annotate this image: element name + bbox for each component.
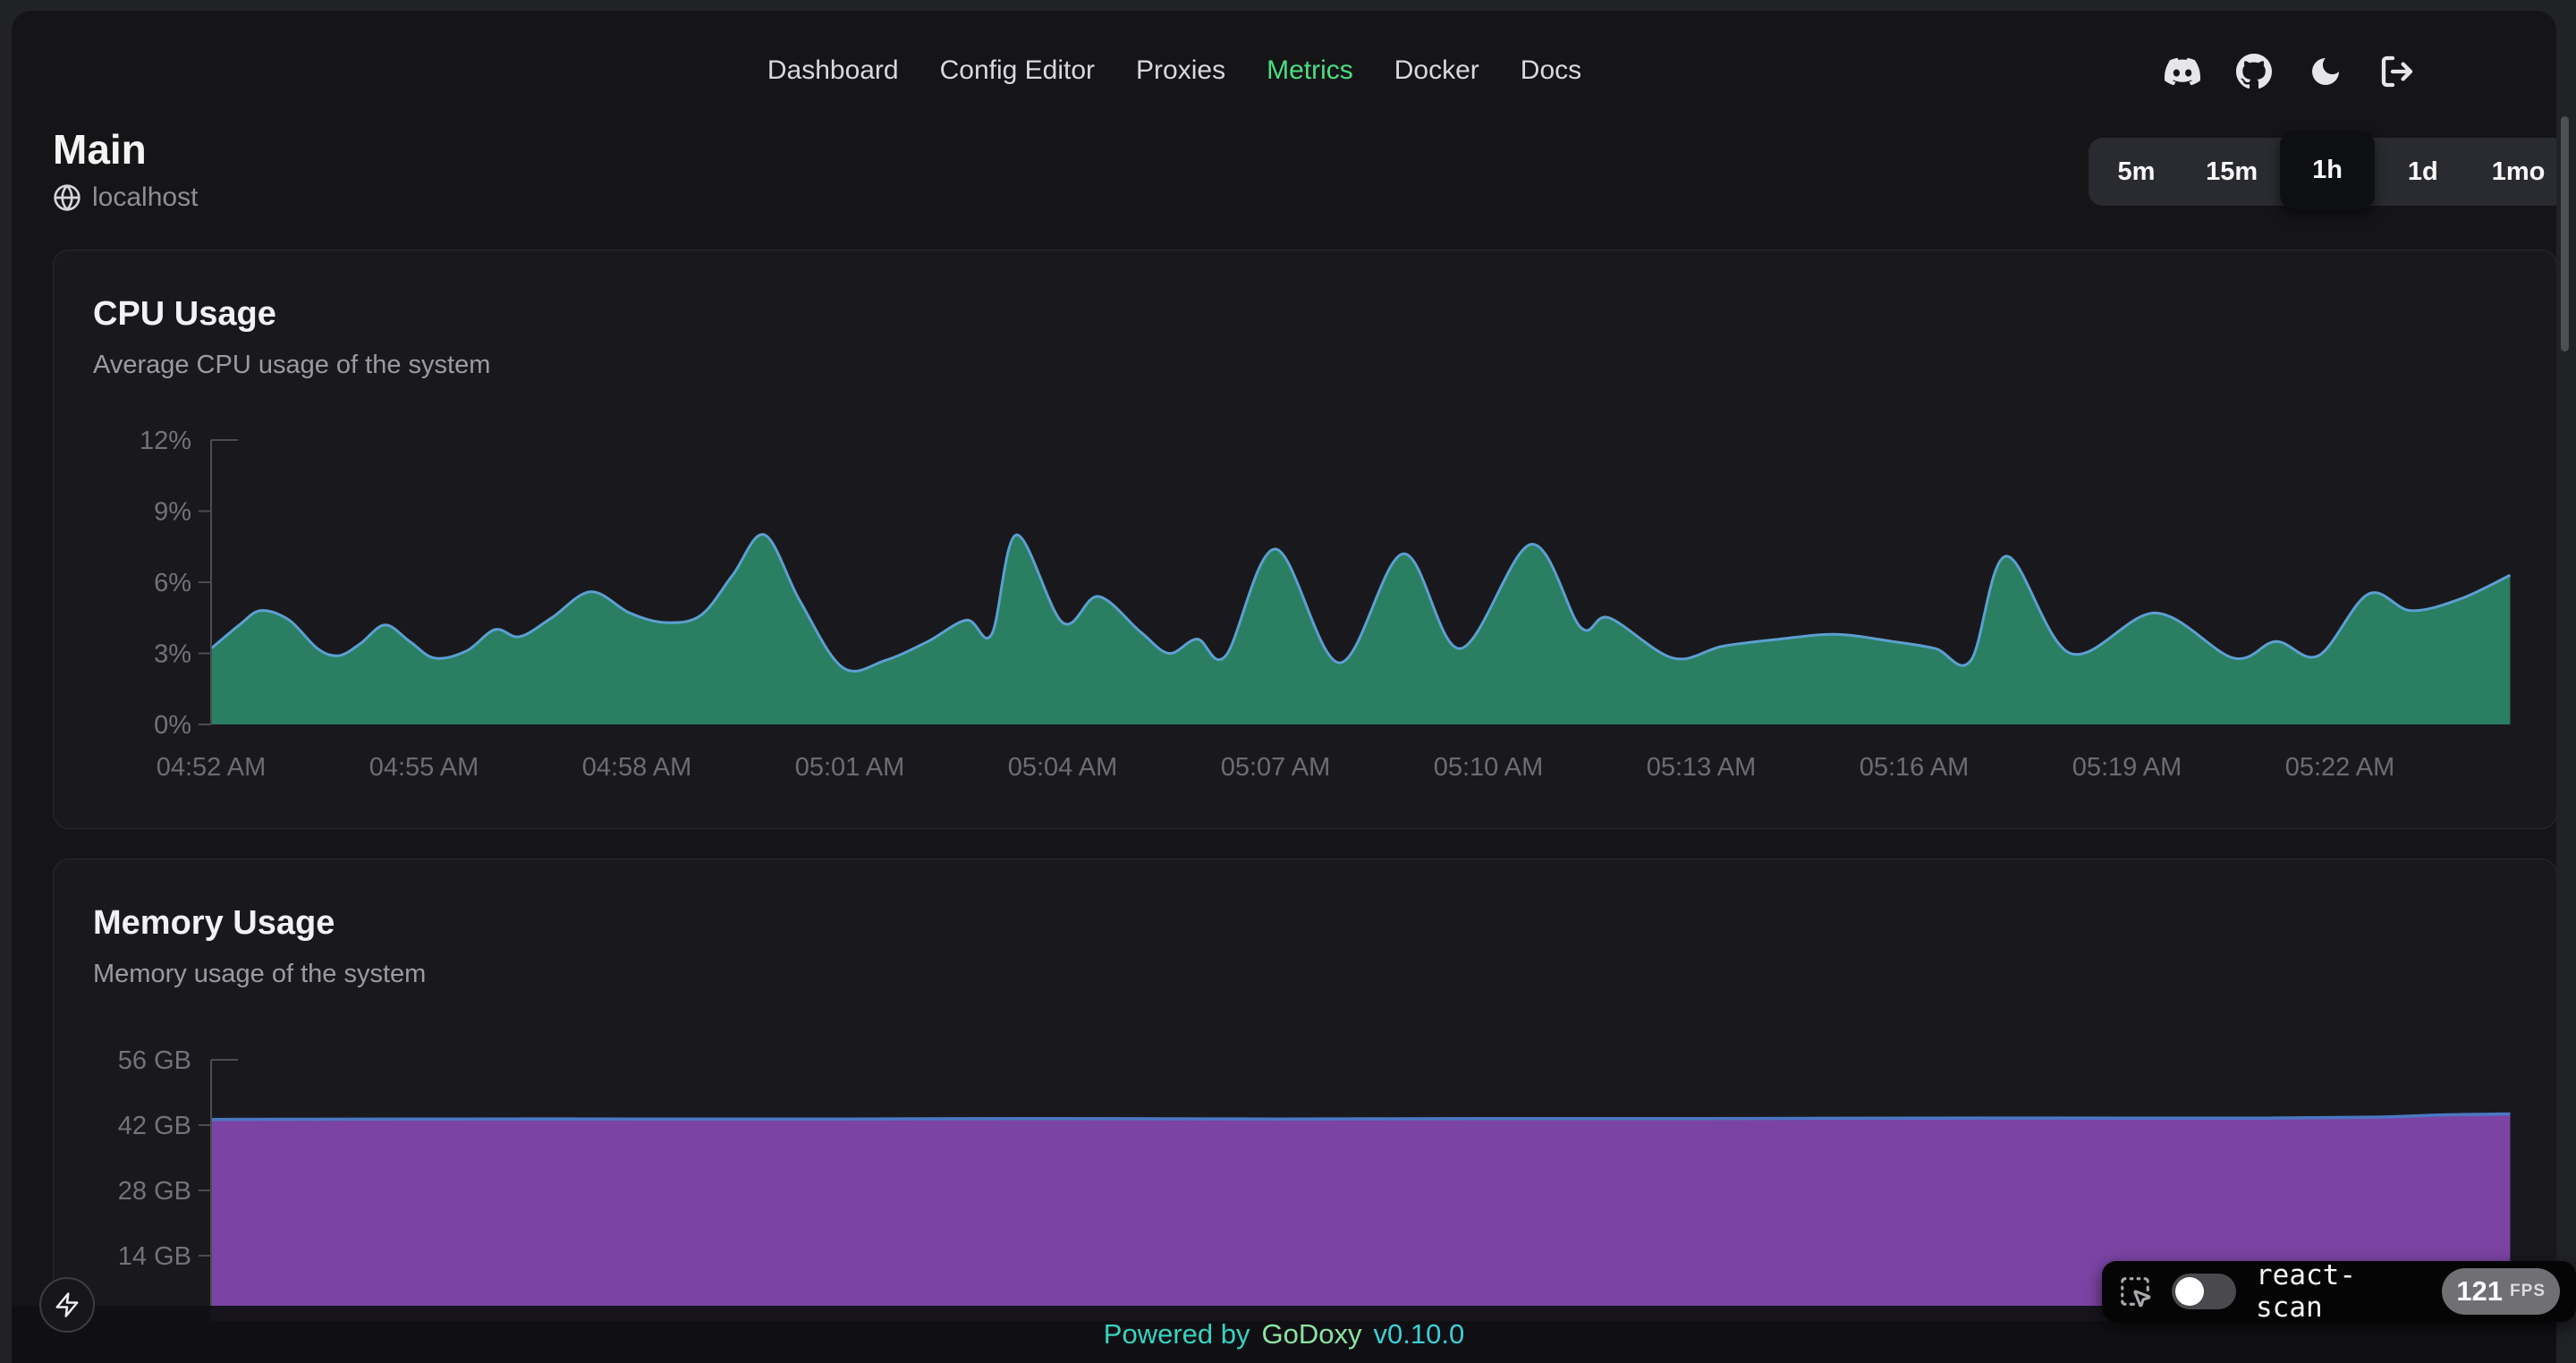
theme-toggle-moon-icon[interactable] — [2308, 54, 2343, 89]
github-icon[interactable] — [2236, 54, 2272, 89]
svg-text:0%: 0% — [154, 711, 191, 740]
discord-icon[interactable] — [2165, 54, 2200, 89]
time-range-15m[interactable]: 15m — [2184, 138, 2280, 206]
svg-text:12%: 12% — [140, 427, 191, 455]
page-title: Main — [53, 125, 147, 174]
nav-item-docker[interactable]: Docker — [1394, 55, 1479, 86]
svg-text:05:19 AM: 05:19 AM — [2072, 753, 2182, 782]
fps-badge: 121 FPS — [2442, 1268, 2560, 1315]
svg-text:05:10 AM: 05:10 AM — [1434, 753, 1544, 782]
footer-brand-link[interactable]: GoDoxy — [1262, 1318, 1362, 1350]
svg-text:14 GB: 14 GB — [118, 1242, 191, 1271]
inspect-element-icon[interactable] — [2118, 1274, 2152, 1308]
main-panel: Dashboard Config Editor Proxies Metrics … — [12, 11, 2556, 1363]
time-range-1h[interactable]: 1h — [2280, 131, 2376, 209]
globe-icon — [53, 183, 81, 212]
page-scrollbar-thumb[interactable] — [2561, 116, 2569, 351]
footer-powered-by: Powered by — [1104, 1318, 1250, 1350]
react-scan-label: react-scan — [2256, 1259, 2422, 1324]
svg-text:05:16 AM: 05:16 AM — [1860, 753, 1970, 782]
host-label: localhost — [92, 182, 198, 213]
logout-icon[interactable] — [2379, 54, 2415, 89]
memory-card-subtitle: Memory usage of the system — [93, 960, 426, 989]
quick-actions-button[interactable] — [39, 1277, 95, 1333]
cpu-usage-chart: 0% 3% 6% 9% 12% 04:52 AM 04:55 AM 04:58 AM 05:01… — [54, 425, 2556, 809]
fps-unit: FPS — [2510, 1282, 2546, 1301]
svg-text:04:52 AM: 04:52 AM — [157, 753, 267, 782]
svg-text:05:01 AM: 05:01 AM — [795, 753, 905, 782]
svg-text:05:04 AM: 05:04 AM — [1008, 753, 1118, 782]
header-icon-group — [2165, 54, 2415, 89]
svg-text:6%: 6% — [154, 569, 191, 597]
nav-item-proxies[interactable]: Proxies — [1136, 55, 1225, 86]
nav-item-docs[interactable]: Docs — [1521, 55, 1581, 86]
svg-text:05:22 AM: 05:22 AM — [2285, 753, 2395, 782]
toggle-knob — [2175, 1277, 2204, 1306]
svg-text:05:07 AM: 05:07 AM — [1221, 753, 1331, 782]
svg-text:04:55 AM: 04:55 AM — [369, 753, 479, 782]
svg-text:9%: 9% — [154, 498, 191, 527]
svg-text:3%: 3% — [154, 640, 191, 669]
time-range-1mo[interactable]: 1mo — [2470, 138, 2556, 206]
fps-value: 121 — [2456, 1275, 2503, 1308]
nav-item-dashboard[interactable]: Dashboard — [767, 55, 899, 86]
svg-text:28 GB: 28 GB — [118, 1177, 191, 1206]
top-nav: Dashboard Config Editor Proxies Metrics … — [767, 55, 1581, 86]
react-scan-toggle[interactable] — [2172, 1274, 2236, 1309]
time-range-1d[interactable]: 1d — [2375, 138, 2470, 206]
cpu-card-title: CPU Usage — [93, 295, 276, 334]
nav-item-metrics[interactable]: Metrics — [1267, 55, 1353, 86]
nav-item-config-editor[interactable]: Config Editor — [940, 55, 1095, 86]
time-range-5m[interactable]: 5m — [2089, 138, 2184, 206]
svg-text:04:58 AM: 04:58 AM — [582, 753, 692, 782]
cpu-card-subtitle: Average CPU usage of the system — [93, 351, 490, 380]
svg-text:05:13 AM: 05:13 AM — [1647, 753, 1757, 782]
host-row: localhost — [53, 182, 198, 213]
svg-text:56 GB: 56 GB — [118, 1046, 191, 1075]
cpu-usage-card: CPU Usage Average CPU usage of the syste… — [53, 250, 2556, 829]
svg-text:42 GB: 42 GB — [118, 1112, 191, 1140]
time-range-selector: 5m 15m 1h 1d 1mo — [2089, 138, 2556, 206]
app-root: Dashboard Config Editor Proxies Metrics … — [0, 0, 2576, 1363]
memory-card-title: Memory Usage — [93, 904, 335, 943]
lightning-icon — [54, 1291, 80, 1318]
footer-version: v0.10.0 — [1374, 1318, 1465, 1350]
react-scan-widget: react-scan 121 FPS — [2102, 1261, 2576, 1322]
